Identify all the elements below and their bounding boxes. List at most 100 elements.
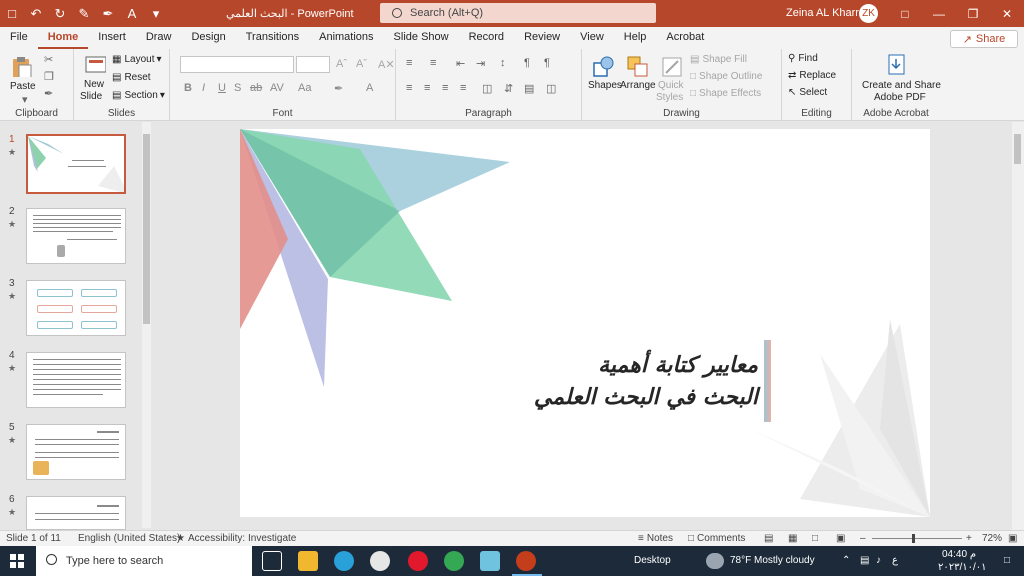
tab-acrobat[interactable]: Acrobat (656, 27, 714, 49)
user-name[interactable]: Zeina AL Kharrat (786, 7, 868, 19)
slide-sorter-icon[interactable]: ▦ (788, 533, 797, 544)
quick-styles-button[interactable]: Quick (658, 80, 684, 91)
tab-draw[interactable]: Draw (136, 27, 182, 49)
close-icon[interactable]: ✕ (990, 0, 1024, 27)
new-slide-label[interactable]: Slide (80, 91, 102, 102)
font-color-icon[interactable]: A (120, 0, 144, 27)
text-direction-icon[interactable]: ⇵ (504, 82, 513, 95)
reading-view-icon[interactable]: □ (812, 533, 818, 544)
tab-record[interactable]: Record (459, 27, 514, 49)
snipping-tool-icon[interactable] (370, 551, 390, 571)
clock-time[interactable]: 04:40 م (942, 549, 976, 560)
paste-icon[interactable] (10, 55, 32, 77)
tab-design[interactable]: Design (181, 27, 235, 49)
new-slide-button[interactable]: New (84, 79, 104, 90)
tab-insert[interactable]: Insert (88, 27, 136, 49)
clock-date[interactable]: ٢٠٢٣/١٠/٠١ (938, 562, 987, 573)
layout-button[interactable]: ▦ Layout ▾ (112, 54, 162, 65)
font-name-dropdown[interactable] (180, 56, 294, 73)
desktop-toolbar-label[interactable]: Desktop (634, 555, 671, 566)
font-color-button-icon[interactable]: A (366, 82, 373, 94)
format-painter-button-icon[interactable]: ✒ (44, 87, 53, 100)
section-button[interactable]: ▤ Section ▾ (112, 90, 165, 101)
pen-icon[interactable]: ✒ (96, 0, 120, 27)
quick-styles-label[interactable]: Styles (656, 92, 683, 103)
format-painter-icon[interactable]: ✎ (72, 0, 96, 27)
tab-animations[interactable]: Animations (309, 27, 383, 49)
find-button[interactable]: ⚲ Find (788, 53, 818, 64)
numbering-icon[interactable]: ≡ (430, 57, 436, 69)
normal-view-icon[interactable]: ▤ (764, 533, 773, 544)
tab-transitions[interactable]: Transitions (236, 27, 309, 49)
canvas-scrollbar[interactable] (1012, 122, 1024, 530)
change-case-icon[interactable]: Aa (298, 82, 311, 94)
increase-font-icon[interactable]: Aˆ (336, 58, 347, 70)
arrange-icon[interactable] (626, 55, 648, 77)
slide-thumb-1[interactable] (26, 134, 126, 194)
slides-pane-scrollbar[interactable] (142, 122, 151, 528)
line-spacing-icon[interactable]: ↕ (500, 57, 506, 69)
taskbar-search-input[interactable]: Type here to search (36, 546, 252, 576)
tab-review[interactable]: Review (514, 27, 570, 49)
align-center-icon[interactable]: ≡ (424, 82, 430, 94)
select-button[interactable]: ↖ Select (788, 87, 827, 98)
adobe-pdf-label[interactable]: Adobe PDF (874, 92, 926, 103)
slide-title[interactable]: معايير كتابة أهمية البحث في البحث العلمي (458, 349, 758, 413)
copy-icon[interactable]: ❐ (44, 70, 54, 83)
font-size-dropdown[interactable] (296, 56, 330, 73)
tray-chevron-icon[interactable]: ⌃ (842, 555, 850, 566)
chrome-icon[interactable] (444, 551, 464, 571)
redo-icon[interactable]: ↻ (48, 0, 72, 27)
volume-icon[interactable]: ♪ (876, 555, 881, 566)
shapes-icon[interactable] (592, 55, 614, 77)
char-spacing-icon[interactable]: AV (270, 82, 284, 94)
slide-thumb-6[interactable] (26, 496, 126, 530)
zoom-out-icon[interactable]: – (860, 533, 866, 544)
telegram-icon[interactable] (334, 551, 354, 571)
create-share-button[interactable]: Create and Share (862, 80, 941, 91)
powerpoint-taskbar-icon[interactable] (516, 551, 536, 571)
windows-start-icon[interactable] (10, 554, 24, 568)
shape-effects-button[interactable]: □ Shape Effects (690, 88, 761, 99)
shadow-icon[interactable]: S (234, 82, 241, 94)
slide-thumb-4[interactable] (26, 352, 126, 408)
underline-icon[interactable]: U (218, 82, 226, 94)
justify-icon[interactable]: ≡ (460, 82, 466, 94)
shapes-button[interactable]: Shapes (588, 80, 622, 91)
reset-button[interactable]: ▤ Reset (112, 72, 151, 83)
increase-indent-icon[interactable]: ⇥ (476, 57, 485, 70)
strikethrough-icon[interactable]: ab (250, 82, 262, 94)
customize-toolbar-icon[interactable]: ▾ (144, 0, 168, 27)
notifications-icon[interactable]: □ (1004, 555, 1010, 566)
search-box[interactable]: Search (Alt+Q) (380, 3, 656, 23)
smartart-icon[interactable]: ◫ (546, 82, 556, 95)
app-icon[interactable] (480, 551, 500, 571)
new-slide-icon[interactable] (84, 54, 106, 76)
cut-icon[interactable]: ✂ (44, 53, 53, 66)
tab-slide-show[interactable]: Slide Show (384, 27, 459, 49)
align-right-icon[interactable]: ≡ (442, 82, 448, 94)
undo-icon[interactable]: ↶ (24, 0, 48, 27)
bold-icon[interactable]: B (184, 82, 192, 94)
accessibility-button[interactable]: ★ Accessibility: Investigate (176, 533, 296, 544)
paste-button[interactable]: Paste (10, 81, 36, 92)
minimize-icon[interactable]: — (922, 0, 956, 27)
notes-button[interactable]: ≡ Notes (638, 533, 673, 544)
shape-outline-button[interactable]: □ Shape Outline (690, 71, 762, 82)
clear-format-icon[interactable]: A✕ (378, 58, 395, 71)
zoom-slider[interactable] (872, 538, 962, 539)
tab-file[interactable]: File (0, 27, 38, 49)
fit-slide-icon[interactable]: ▣ (1008, 533, 1017, 544)
maximize-icon[interactable]: ❐ (956, 0, 990, 27)
canvas-scroll-thumb[interactable] (1014, 134, 1021, 164)
file-explorer-icon[interactable] (298, 551, 318, 571)
zoom-slider-thumb[interactable] (912, 534, 915, 543)
avatar[interactable]: ZK (859, 4, 878, 23)
columns-icon[interactable]: ◫ (482, 82, 492, 95)
zoom-in-icon[interactable]: + (966, 533, 972, 544)
adobe-pdf-icon[interactable] (886, 53, 908, 75)
slides-pane-scroll-thumb[interactable] (143, 134, 150, 324)
save-icon[interactable]: □ (0, 0, 24, 27)
arrange-button[interactable]: Arrange (620, 80, 656, 91)
tab-view[interactable]: View (570, 27, 614, 49)
